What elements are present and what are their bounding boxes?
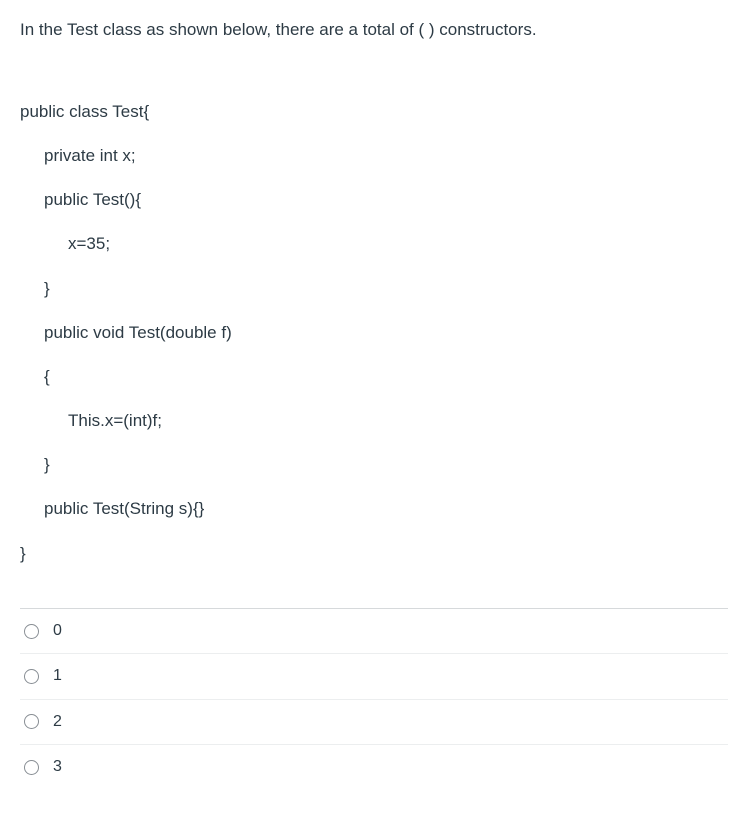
radio-icon: [24, 760, 39, 775]
code-line: }: [20, 443, 728, 487]
code-block: public class Test{ private int x; public…: [20, 90, 728, 576]
radio-icon: [24, 714, 39, 729]
option-1[interactable]: 1: [20, 654, 728, 699]
code-line: public void Test(double f): [20, 311, 728, 355]
option-label: 2: [53, 711, 62, 733]
code-line: }: [20, 267, 728, 311]
code-line: }: [20, 532, 728, 576]
code-line: public Test(){: [20, 178, 728, 222]
code-line: public Test(String s){}: [20, 487, 728, 531]
code-line: This.x=(int)f;: [20, 399, 728, 443]
code-line: x=35;: [20, 222, 728, 266]
code-line: {: [20, 355, 728, 399]
code-line: private int x;: [20, 134, 728, 178]
code-line: public class Test{: [20, 90, 728, 134]
options-list: 0 1 2 3: [20, 608, 728, 790]
option-3[interactable]: 3: [20, 745, 728, 789]
option-label: 1: [53, 665, 62, 687]
question-text: In the Test class as shown below, there …: [20, 18, 728, 42]
option-label: 3: [53, 756, 62, 778]
radio-icon: [24, 669, 39, 684]
option-2[interactable]: 2: [20, 700, 728, 745]
radio-icon: [24, 624, 39, 639]
option-label: 0: [53, 620, 62, 642]
option-0[interactable]: 0: [20, 609, 728, 654]
